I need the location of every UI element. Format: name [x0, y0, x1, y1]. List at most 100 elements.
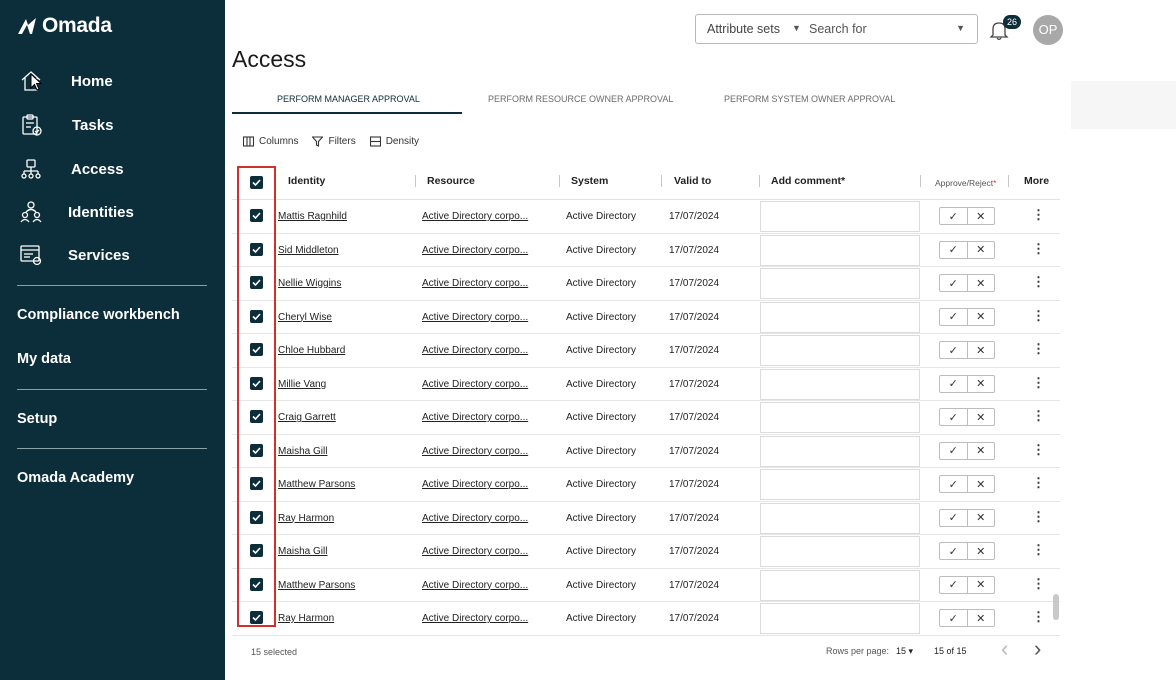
- identity-link[interactable]: Millie Vang: [278, 379, 326, 390]
- comment-input[interactable]: [760, 402, 920, 433]
- search-input[interactable]: Search for: [809, 22, 867, 36]
- reject-x-icon[interactable]: ✕: [968, 376, 995, 392]
- comment-input[interactable]: [760, 603, 920, 634]
- sidebar-item-omada-academy[interactable]: Omada Academy: [17, 470, 134, 486]
- approve-check-icon[interactable]: ✓: [940, 375, 968, 392]
- column-header-identity[interactable]: Identity: [288, 175, 325, 187]
- sidebar-item-tasks[interactable]: Tasks: [0, 105, 225, 145]
- table-row[interactable]: Ray Harmon Active Directory corpo... Activ…: [232, 502, 1060, 535]
- identity-link[interactable]: Matthew Parsons: [278, 580, 355, 591]
- more-vert-icon[interactable]: ⋮: [1032, 275, 1045, 289]
- approve-check-icon[interactable]: ✓: [940, 409, 968, 425]
- sidebar-item-identities[interactable]: Identities: [0, 192, 225, 232]
- sidebar-item-setup[interactable]: Setup: [17, 411, 57, 427]
- column-separator[interactable]: [661, 175, 662, 187]
- more-vert-icon[interactable]: ⋮: [1032, 610, 1045, 624]
- sidebar-item-services[interactable]: Services: [0, 235, 225, 275]
- reject-x-icon[interactable]: ✕: [968, 409, 995, 425]
- table-row[interactable]: Matthew Parsons Active Directory corpo...…: [232, 468, 1060, 502]
- column-header-approve-reject[interactable]: Approve/Reject*: [935, 178, 996, 188]
- approve-check-icon[interactable]: ✓: [940, 610, 968, 626]
- more-vert-icon[interactable]: ⋮: [1032, 208, 1045, 222]
- more-vert-icon[interactable]: ⋮: [1032, 308, 1045, 323]
- table-row[interactable]: Cheryl Wise Active Directory corpo... Acti…: [232, 301, 1060, 334]
- sidebar-item-compliance-workbench[interactable]: Compliance workbench: [17, 307, 180, 323]
- sidebar-item-my-data[interactable]: My data: [17, 351, 71, 367]
- column-header-system[interactable]: System: [571, 175, 608, 187]
- reject-x-icon[interactable]: ✕: [968, 275, 995, 291]
- comment-input[interactable]: [760, 301, 920, 333]
- column-separator[interactable]: [415, 175, 416, 187]
- vertical-scrollbar[interactable]: [1053, 594, 1059, 620]
- column-separator[interactable]: [759, 175, 760, 187]
- reject-x-icon[interactable]: ✕: [968, 242, 995, 258]
- approve-reject-toggle[interactable]: ✓ ✕: [939, 575, 995, 594]
- approve-reject-toggle[interactable]: ✓ ✕: [939, 508, 995, 527]
- identity-link[interactable]: Matthew Parsons: [278, 479, 355, 490]
- reject-x-icon[interactable]: ✕: [968, 309, 995, 325]
- identity-link[interactable]: Sid Middleton: [278, 245, 339, 256]
- reject-x-icon[interactable]: ✕: [968, 543, 995, 559]
- approve-check-icon[interactable]: ✓: [940, 342, 968, 358]
- table-row[interactable]: Craig Garrett Active Directory corpo... Ac…: [232, 401, 1060, 435]
- tab-perform-system-owner-approval[interactable]: PERFORM SYSTEM OWNER APPROVAL: [724, 94, 895, 104]
- identity-link[interactable]: Chloe Hubbard: [278, 345, 345, 356]
- comment-input[interactable]: [760, 435, 920, 467]
- comment-input[interactable]: [760, 536, 920, 567]
- comment-input[interactable]: [760, 201, 920, 232]
- identity-link[interactable]: Ray Harmon: [278, 513, 334, 524]
- approve-reject-toggle[interactable]: ✓ ✕: [939, 207, 995, 225]
- table-row[interactable]: Ray Harmon Active Directory corpo... Activ…: [232, 602, 1060, 636]
- columns-button[interactable]: Columns: [243, 136, 298, 147]
- resource-link[interactable]: Active Directory corpo...: [422, 580, 528, 591]
- avatar[interactable]: OP: [1033, 15, 1063, 45]
- approve-check-icon[interactable]: ✓: [940, 509, 968, 526]
- reject-x-icon[interactable]: ✕: [968, 476, 995, 492]
- column-separator[interactable]: [920, 175, 921, 187]
- approve-check-icon[interactable]: ✓: [940, 576, 968, 593]
- reject-x-icon[interactable]: ✕: [968, 443, 995, 459]
- column-separator[interactable]: [559, 175, 560, 187]
- approve-reject-toggle[interactable]: ✓ ✕: [939, 240, 995, 259]
- more-vert-icon[interactable]: ⋮: [1032, 476, 1045, 490]
- more-vert-icon[interactable]: ⋮: [1032, 442, 1045, 457]
- identity-link[interactable]: Nellie Wiggins: [278, 278, 341, 289]
- comment-input[interactable]: [760, 234, 920, 266]
- more-vert-icon[interactable]: ⋮: [1032, 375, 1045, 390]
- more-vert-icon[interactable]: ⋮: [1032, 342, 1045, 356]
- tab-perform-manager-approval[interactable]: PERFORM MANAGER APPROVAL: [277, 94, 420, 104]
- omada-logo[interactable]: Omada: [16, 14, 112, 38]
- identity-link[interactable]: Maisha Gill: [278, 546, 327, 557]
- table-row[interactable]: Maisha Gill Active Directory corpo... Acti…: [232, 535, 1060, 569]
- global-search[interactable]: Attribute sets ▼ Search for ▼: [695, 14, 978, 44]
- more-vert-icon[interactable]: ⋮: [1032, 543, 1045, 557]
- approve-reject-toggle[interactable]: ✓ ✕: [939, 374, 995, 393]
- approve-reject-toggle[interactable]: ✓ ✕: [939, 441, 995, 460]
- more-vert-icon[interactable]: ⋮: [1032, 241, 1045, 256]
- comment-input[interactable]: [760, 268, 920, 299]
- comment-input[interactable]: [760, 469, 920, 500]
- column-header-add-comment[interactable]: Add comment*: [771, 175, 845, 187]
- previous-page-icon[interactable]: ‹: [1001, 638, 1008, 660]
- approve-reject-toggle[interactable]: ✓ ✕: [939, 609, 995, 627]
- resource-link[interactable]: Active Directory corpo...: [422, 546, 528, 557]
- resource-link[interactable]: Active Directory corpo...: [422, 379, 528, 390]
- resource-link[interactable]: Active Directory corpo...: [422, 312, 528, 323]
- resource-link[interactable]: Active Directory corpo...: [422, 211, 528, 222]
- column-separator[interactable]: [1008, 175, 1009, 187]
- approve-reject-toggle[interactable]: ✓ ✕: [939, 307, 995, 326]
- more-vert-icon[interactable]: ⋮: [1032, 576, 1045, 591]
- reject-x-icon[interactable]: ✕: [968, 577, 995, 593]
- identity-link[interactable]: Mattis Ragnhild: [278, 211, 347, 222]
- approve-reject-toggle[interactable]: ✓ ✕: [939, 274, 995, 292]
- tab-perform-resource-owner-approval[interactable]: PERFORM RESOURCE OWNER APPROVAL: [488, 94, 673, 104]
- resource-link[interactable]: Active Directory corpo...: [422, 245, 528, 256]
- resource-link[interactable]: Active Directory corpo...: [422, 479, 528, 490]
- more-vert-icon[interactable]: ⋮: [1032, 409, 1045, 423]
- comment-input[interactable]: [760, 335, 920, 366]
- sidebar-item-access[interactable]: Access: [0, 149, 225, 189]
- rows-per-page-select[interactable]: 15 ▾: [896, 646, 913, 657]
- reject-x-icon[interactable]: ✕: [968, 208, 995, 224]
- approve-check-icon[interactable]: ✓: [940, 476, 968, 492]
- table-row[interactable]: Nellie Wiggins Active Directory corpo... A…: [232, 267, 1060, 301]
